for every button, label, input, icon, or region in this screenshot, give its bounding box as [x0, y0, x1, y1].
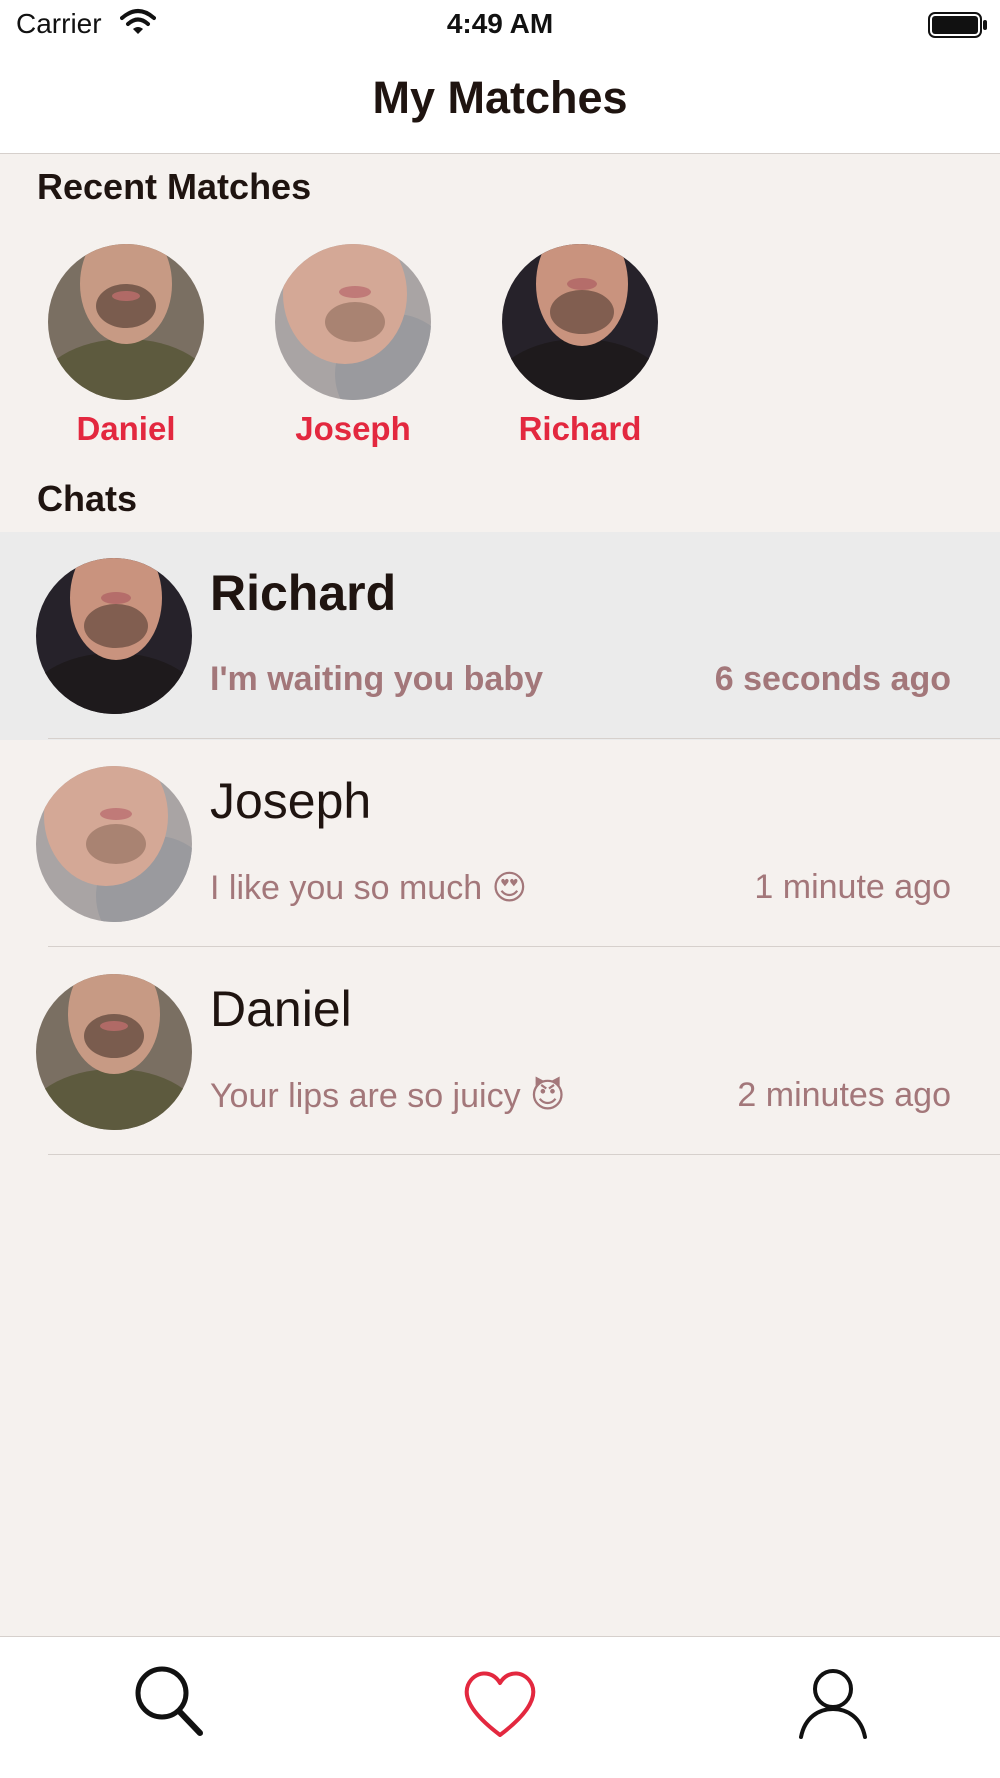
- avatar: [502, 244, 658, 400]
- face-photo: [275, 244, 431, 400]
- heart-eyes-emoji: 😍: [491, 868, 528, 908]
- recent-match-name: Richard: [518, 410, 642, 447]
- tab-matches[interactable]: [450, 1651, 550, 1751]
- chats-title: Chats: [37, 478, 138, 519]
- face-photo: [36, 766, 192, 922]
- chat-row-joseph[interactable]: Joseph I like you so much 😍 1 minute ago: [0, 740, 1000, 948]
- chat-last-message: I'm waiting you baby: [210, 660, 544, 698]
- face-photo: [36, 974, 192, 1130]
- avatar: [36, 766, 192, 922]
- tab-profile[interactable]: [783, 1651, 883, 1751]
- chat-row-daniel[interactable]: Daniel Your lips are so juicy 😈 2 minute…: [0, 948, 1000, 1156]
- chat-row-richard[interactable]: Richard I'm waiting you baby 6 seconds a…: [0, 532, 1000, 740]
- chat-timestamp: 2 minutes ago: [737, 1076, 951, 1114]
- divider: [48, 946, 1000, 947]
- recent-match-daniel[interactable]: Daniel: [48, 244, 204, 448]
- clock: 4:49 AM: [446, 8, 554, 39]
- smiling-devil-emoji: 😈: [530, 1076, 566, 1116]
- profile-icon: [799, 1669, 867, 1739]
- tab-search[interactable]: [118, 1651, 218, 1751]
- avatar: [275, 244, 431, 400]
- recent-match-joseph[interactable]: Joseph: [275, 244, 431, 448]
- chat-last-message: I like you so much 😍: [210, 868, 528, 908]
- recent-match-name: Joseph: [295, 410, 411, 447]
- recent-match-richard[interactable]: Richard: [502, 244, 658, 448]
- face-photo: [36, 558, 192, 714]
- chat-timestamp: 1 minute ago: [754, 868, 951, 906]
- avatar: [36, 558, 192, 714]
- face-photo: [502, 244, 658, 400]
- navigation-bar: My Matches: [0, 50, 1000, 154]
- tab-bar: [0, 1636, 1000, 1778]
- avatar: [36, 974, 192, 1130]
- search-icon: [135, 1666, 203, 1736]
- page-title: My Matches: [372, 72, 628, 123]
- recent-matches-title: Recent Matches: [37, 166, 312, 207]
- battery-icon: [928, 12, 988, 43]
- chat-last-message: Your lips are so juicy 😈: [210, 1076, 566, 1116]
- divider: [48, 738, 1000, 739]
- heart-icon: [464, 1671, 536, 1737]
- chat-name: Daniel: [210, 981, 352, 1037]
- divider: [48, 1154, 1000, 1155]
- face-photo: [48, 244, 204, 400]
- avatar: [48, 244, 204, 400]
- chat-name: Joseph: [210, 773, 372, 829]
- chat-name: Richard: [210, 565, 397, 621]
- status-bar: Carrier 4:49 AM: [0, 0, 1000, 50]
- chat-timestamp: 6 seconds ago: [714, 660, 951, 698]
- recent-match-name: Daniel: [76, 410, 176, 447]
